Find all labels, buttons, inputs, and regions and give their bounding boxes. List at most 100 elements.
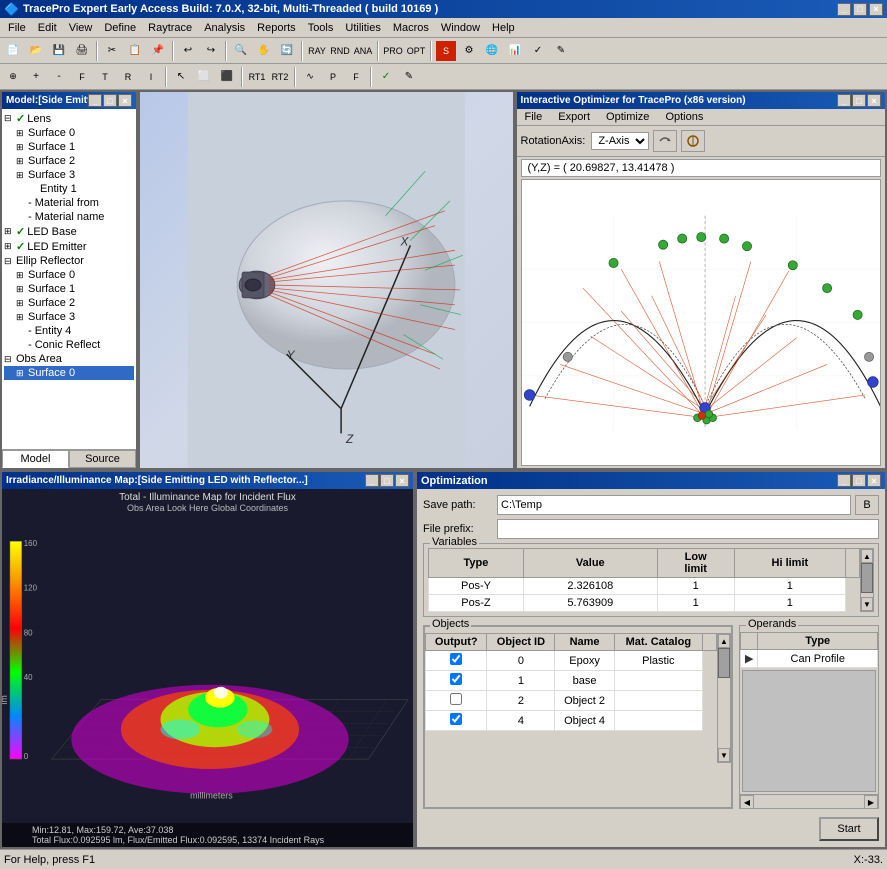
tree-item-obs-area[interactable]: ⊟ Obs Area bbox=[4, 352, 134, 366]
model-maximize-btn[interactable]: □ bbox=[103, 94, 117, 107]
expand-icon[interactable]: ⊞ bbox=[16, 312, 26, 323]
tab-model[interactable]: Model bbox=[2, 450, 69, 468]
tool1-btn[interactable]: S bbox=[435, 40, 457, 62]
tree-item-surf3[interactable]: ⊞ Surface 3 bbox=[4, 168, 134, 182]
expand-icon[interactable]: ⊞ bbox=[4, 226, 14, 237]
expand-icon[interactable]: ⊞ bbox=[16, 142, 26, 153]
op-scroll-left[interactable]: ◀ bbox=[740, 795, 754, 809]
select-btn[interactable]: ↖ bbox=[170, 66, 192, 88]
menu-reports[interactable]: Reports bbox=[251, 20, 302, 36]
expand-icon[interactable]: ⊟ bbox=[4, 113, 14, 124]
pencil-btn[interactable]: ✎ bbox=[398, 66, 420, 88]
view-right-btn[interactable]: R bbox=[117, 66, 139, 88]
optimization-controls[interactable]: _ □ × bbox=[837, 474, 881, 487]
copy-btn[interactable]: 📋 bbox=[124, 40, 146, 62]
expand-icon[interactable]: ⊞ bbox=[16, 298, 26, 309]
analyze-btn[interactable]: ANA bbox=[352, 40, 374, 62]
new-btn[interactable]: 📄 bbox=[2, 40, 24, 62]
undo-btn[interactable]: ↩ bbox=[177, 40, 199, 62]
tree-item-obs-surf0[interactable]: ⊞ Surface 0 bbox=[4, 366, 134, 380]
op-scroll-right[interactable]: ▶ bbox=[864, 795, 878, 809]
obj-scroll-up[interactable]: ▲ bbox=[718, 634, 730, 648]
tree-item-entity4[interactable]: - Entity 4 bbox=[4, 324, 134, 338]
tree-item-surf1[interactable]: ⊞ Surface 1 bbox=[4, 140, 134, 154]
expand-icon[interactable]: ⊞ bbox=[16, 270, 26, 281]
optdlg-maximize-btn[interactable]: □ bbox=[852, 474, 866, 487]
prop2-btn[interactable]: P bbox=[322, 66, 344, 88]
raytrace2-btn[interactable]: RT2 bbox=[269, 66, 291, 88]
print-btn[interactable]: 🖨 bbox=[71, 40, 93, 62]
tree-item-conic[interactable]: - Conic Reflect bbox=[4, 338, 134, 352]
model-close-btn[interactable]: × bbox=[118, 94, 132, 107]
obj-output-2[interactable] bbox=[426, 691, 487, 711]
optdlg-minimize-btn[interactable]: _ bbox=[837, 474, 851, 487]
check-btn[interactable]: ✓ bbox=[375, 66, 397, 88]
obj-checkbox-0[interactable] bbox=[450, 653, 462, 665]
save-btn[interactable]: 💾 bbox=[48, 40, 70, 62]
opt-menu-optimize[interactable]: Optimize bbox=[598, 109, 657, 125]
expand-icon[interactable]: ⊟ bbox=[4, 354, 14, 365]
wave-btn[interactable]: ∿ bbox=[299, 66, 321, 88]
tool5-btn[interactable]: ✓ bbox=[527, 40, 549, 62]
tree-item-er-surf3[interactable]: ⊞ Surface 3 bbox=[4, 310, 134, 324]
optdlg-close-btn[interactable]: × bbox=[867, 474, 881, 487]
tree-item-led-emitter[interactable]: ⊞ ✓ LED Emitter bbox=[4, 239, 134, 254]
opt-maximize-btn[interactable]: □ bbox=[852, 94, 866, 107]
menu-analysis[interactable]: Analysis bbox=[198, 20, 251, 36]
opt-btn2[interactable]: OPT bbox=[405, 40, 427, 62]
expand-icon[interactable]: ⊟ bbox=[4, 256, 14, 267]
tree-item-entity1[interactable]: (Y,Z) = ( 20.69827, 13.41478 ) Entity 1 bbox=[4, 182, 134, 196]
rotation-btn1[interactable] bbox=[653, 130, 677, 152]
minimize-button[interactable]: _ bbox=[837, 3, 851, 16]
render-btn[interactable]: RND bbox=[329, 40, 351, 62]
heatmap-area[interactable]: 160 120 80 40 0 bbox=[2, 516, 413, 814]
tool4-btn[interactable]: 📊 bbox=[504, 40, 526, 62]
menu-define[interactable]: Define bbox=[98, 20, 142, 36]
zoom-out-btn[interactable]: - bbox=[48, 66, 70, 88]
irr-minimize-btn[interactable]: _ bbox=[365, 474, 379, 487]
variables-scrollbar[interactable]: ▲ ▼ bbox=[860, 548, 874, 612]
view-iso-btn[interactable]: I bbox=[140, 66, 162, 88]
zoom-btn[interactable]: 🔍 bbox=[230, 40, 252, 62]
rotate-btn[interactable]: 🔄 bbox=[276, 40, 298, 62]
scroll-up-btn[interactable]: ▲ bbox=[861, 549, 873, 563]
menu-help[interactable]: Help bbox=[486, 20, 521, 36]
view-top-btn[interactable]: T bbox=[94, 66, 116, 88]
tree-item-er-surf2[interactable]: ⊞ Surface 2 bbox=[4, 296, 134, 310]
zoom-in-btn[interactable]: + bbox=[25, 66, 47, 88]
ray-btn[interactable]: RAY bbox=[306, 40, 328, 62]
tree-item-surf0[interactable]: ⊞ Surface 0 bbox=[4, 126, 134, 140]
pan-btn[interactable]: ✋ bbox=[253, 40, 275, 62]
tree-item-er-surf1[interactable]: ⊞ Surface 1 bbox=[4, 282, 134, 296]
view-front-btn[interactable]: F bbox=[71, 66, 93, 88]
tool2-btn[interactable]: ⚙ bbox=[458, 40, 480, 62]
raytrace1-btn[interactable]: RT1 bbox=[246, 66, 268, 88]
scroll-down-btn[interactable]: ▼ bbox=[861, 597, 873, 611]
browse-button[interactable]: B bbox=[855, 495, 879, 515]
expand-icon[interactable]: ⊞ bbox=[16, 368, 26, 379]
scroll-thumb[interactable] bbox=[861, 563, 873, 593]
menu-utilities[interactable]: Utilities bbox=[339, 20, 386, 36]
rotation-btn2[interactable] bbox=[681, 130, 705, 152]
zoom-fit-btn[interactable]: ⊕ bbox=[2, 66, 24, 88]
menu-tools[interactable]: Tools bbox=[302, 20, 340, 36]
tree-item-surf2[interactable]: ⊞ Surface 2 bbox=[4, 154, 134, 168]
model-minimize-btn[interactable]: _ bbox=[88, 94, 102, 107]
irr-maximize-btn[interactable]: □ bbox=[380, 474, 394, 487]
opt-menu-file[interactable]: File bbox=[517, 109, 551, 125]
shade-btn[interactable]: ⬛ bbox=[216, 66, 238, 88]
expand-icon[interactable]: ⊞ bbox=[16, 128, 26, 139]
tool3-btn[interactable]: 🌐 bbox=[481, 40, 503, 62]
tool6-btn[interactable]: ✎ bbox=[550, 40, 572, 62]
tree-item-lens[interactable]: ⊟ ✓ Lens bbox=[4, 111, 134, 126]
redo-btn[interactable]: ↪ bbox=[200, 40, 222, 62]
tree-item-material-from[interactable]: - Material from bbox=[4, 196, 134, 210]
3d-viewport[interactable]: X Y Z bbox=[140, 92, 513, 468]
operands-hscroll[interactable]: ◀ ▶ bbox=[740, 794, 878, 808]
rotation-axis-select[interactable]: Z-Axis X-Axis Y-Axis bbox=[591, 132, 649, 150]
menu-file[interactable]: File bbox=[2, 20, 32, 36]
cut-btn[interactable]: ✂ bbox=[101, 40, 123, 62]
title-bar-controls[interactable]: _ □ × bbox=[837, 3, 883, 16]
file-prefix-input[interactable] bbox=[497, 519, 879, 539]
tree-item-led-base[interactable]: ⊞ ✓ LED Base bbox=[4, 224, 134, 239]
